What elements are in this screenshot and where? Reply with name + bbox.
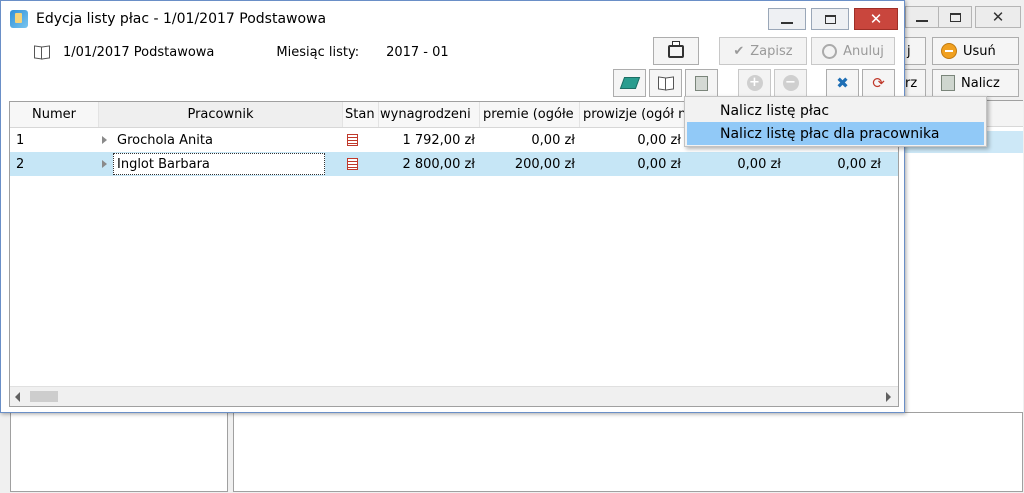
list-date-type: 1/01/2017 Podstawowa xyxy=(63,44,215,60)
checkmark-icon: ✔ xyxy=(733,43,745,59)
cell-pracownik-focused[interactable]: Inglot Barbara xyxy=(113,153,325,175)
calculator-icon xyxy=(941,75,955,91)
maximize-button[interactable] xyxy=(811,8,849,30)
tools-button[interactable]: ✖ xyxy=(826,69,859,97)
column-header-numer[interactable]: Numer xyxy=(10,102,99,127)
refresh-icon: ⟳ xyxy=(872,74,885,92)
parent-left-panel xyxy=(10,412,228,492)
close-icon: ✕ xyxy=(869,10,883,28)
calculator-button[interactable] xyxy=(685,69,718,97)
parent-maximize-button[interactable] xyxy=(938,6,972,28)
add-button[interactable]: + xyxy=(738,69,771,97)
horizontal-scrollbar[interactable] xyxy=(10,386,898,406)
cell-numer: 2 xyxy=(16,156,25,172)
scroll-left-icon[interactable] xyxy=(15,392,20,402)
plus-circle-icon: + xyxy=(746,75,763,91)
calculator-icon xyxy=(695,75,708,91)
menu-item-calculate-list[interactable]: Nalicz listę płac xyxy=(685,99,986,122)
cell-pracownik: Grochola Anita xyxy=(117,132,213,148)
title-bar[interactable]: Edycja listy płac - 1/01/2017 Podstawowa… xyxy=(1,1,904,37)
parent-right-panel xyxy=(233,412,1023,492)
cell-prowizje: 0,00 zł xyxy=(637,156,681,172)
cell-wynagrodzenie: 2 800,00 zł xyxy=(402,156,475,172)
book-icon xyxy=(34,45,50,59)
delete-button[interactable]: Usuń xyxy=(932,37,1019,65)
status-icon xyxy=(347,158,358,170)
scrollbar-thumb[interactable] xyxy=(30,391,58,402)
minimize-button[interactable] xyxy=(768,8,806,30)
column-header-wynagrodzenie[interactable]: wynagrodzeni xyxy=(379,102,480,127)
month-label: Miesiąc listy: xyxy=(276,44,360,60)
print-button[interactable] xyxy=(653,37,699,65)
open-book-icon xyxy=(658,76,674,90)
cell-extra-2: 0,00 zł xyxy=(837,156,881,172)
month-value: 2017 - 01 xyxy=(386,44,449,60)
calculate-button[interactable]: Nalicz xyxy=(932,69,1019,97)
column-header-premie[interactable]: premie (ogółe xyxy=(480,102,580,127)
minus-circle-icon: − xyxy=(782,75,799,91)
printer-icon xyxy=(668,40,684,58)
cell-numer: 1 xyxy=(16,132,25,148)
stack-book-icon xyxy=(619,77,640,89)
status-icon xyxy=(347,134,358,146)
column-header-pracownik[interactable]: Pracownik xyxy=(99,102,343,127)
payroll-edit-window: Edycja listy płac - 1/01/2017 Podstawowa… xyxy=(0,0,905,413)
cancel-icon xyxy=(822,43,838,59)
menu-item-calculate-for-employee[interactable]: Nalicz listę płac dla pracownika xyxy=(687,122,984,145)
row-expander-icon[interactable] xyxy=(102,136,107,144)
row-expander-icon[interactable] xyxy=(102,160,107,168)
minimize-icon xyxy=(781,22,793,24)
cell-wynagrodzenie: 1 792,00 zł xyxy=(402,132,475,148)
refresh-button[interactable]: ⟳ xyxy=(862,69,895,97)
cancel-button[interactable]: Anuluj xyxy=(811,37,895,65)
close-icon: ✕ xyxy=(991,8,1005,26)
close-button[interactable]: ✕ xyxy=(854,8,898,30)
cell-premie: 200,00 zł xyxy=(514,156,575,172)
parent-close-button[interactable]: ✕ xyxy=(975,6,1021,28)
cell-extra-1: 0,00 zł xyxy=(737,156,781,172)
window-title: Edycja listy płac - 1/01/2017 Podstawowa xyxy=(36,11,327,27)
open-book-button[interactable] xyxy=(649,69,682,97)
scroll-right-icon[interactable] xyxy=(886,392,891,402)
cell-prowizje: 0,00 zł xyxy=(637,132,681,148)
delete-icon xyxy=(941,43,957,59)
save-button[interactable]: ✔ Zapisz xyxy=(719,37,807,65)
column-header-stan[interactable]: Stan xyxy=(343,102,379,127)
parent-minimize-button[interactable] xyxy=(905,6,939,28)
tools-icon: ✖ xyxy=(836,74,849,92)
column-header-prowizje[interactable]: prowizje (ogół n xyxy=(580,102,686,127)
maximize-icon xyxy=(949,12,961,22)
maximize-icon xyxy=(824,14,836,24)
app-icon xyxy=(10,10,28,28)
cell-premie: 0,00 zł xyxy=(531,132,575,148)
minimize-icon xyxy=(916,20,928,22)
table-row-selected[interactable]: 2 Inglot Barbara 2 800,00 zł 200,00 zł 0… xyxy=(10,152,898,176)
payslip-book-button[interactable] xyxy=(613,69,646,97)
calculate-dropdown-menu: Nalicz listę płac Nalicz listę płac dla … xyxy=(684,96,987,147)
remove-button[interactable]: − xyxy=(774,69,807,97)
